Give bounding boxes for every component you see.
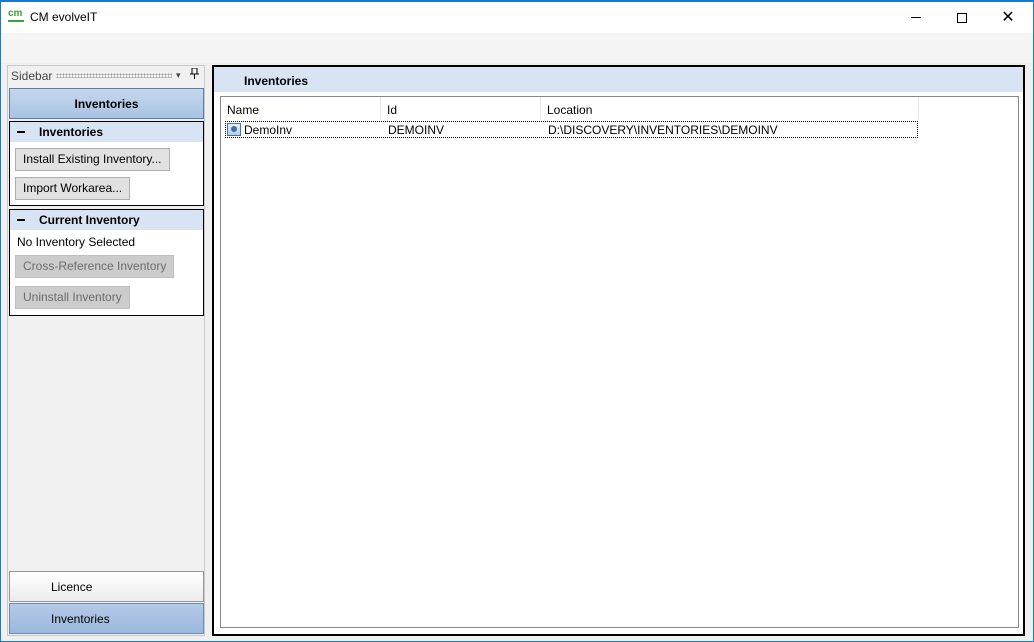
maximize-button[interactable]	[939, 2, 985, 33]
title-bar[interactable]: cm CM evolveIT ✕	[1, 2, 1033, 33]
table-row[interactable]: DemoInv DEMOINV D:\DISCOVERY\INVENTORIES…	[225, 121, 918, 138]
inventory-list[interactable]: Name Id Location DemoInv DEMOINV D:\DISC…	[220, 96, 1019, 628]
sidebar-header: Sidebar ▾	[8, 66, 204, 86]
install-existing-inventory-button[interactable]: Install Existing Inventory...	[15, 148, 170, 171]
row-id: DEMOINV	[388, 123, 445, 137]
inventories-panel-header[interactable]: Inventories	[10, 122, 203, 142]
main-panel: Inventories Name Id Location DemoInv DEM…	[212, 65, 1025, 636]
sidebar-grip[interactable]	[56, 73, 172, 78]
chevron-down-icon[interactable]: ▾	[176, 70, 181, 81]
current-inventory-panel-title: Current Inventory	[39, 213, 140, 227]
inventories-panel: Inventories Install Existing Inventory..…	[9, 121, 204, 206]
current-inventory-panel-header[interactable]: Current Inventory	[10, 210, 203, 230]
collapse-icon[interactable]	[17, 131, 25, 133]
minimize-icon	[911, 17, 921, 18]
close-button[interactable]: ✕	[985, 2, 1031, 33]
window-title: CM evolveIT	[30, 10, 98, 24]
uninstall-inventory-button[interactable]: Uninstall Inventory	[15, 286, 130, 309]
app-window: cm CM evolveIT ✕ Sidebar ▾ Inventories I…	[0, 0, 1034, 642]
sidebar-label: Sidebar	[11, 69, 53, 83]
inventory-icon	[227, 123, 241, 136]
app-logo-icon: cm	[8, 9, 26, 23]
app-logo-text: cm	[8, 8, 23, 19]
sidebar: Sidebar ▾ Inventories Inventories Instal…	[7, 65, 205, 636]
sidebar-item-licence[interactable]: Licence	[9, 571, 204, 602]
pin-icon[interactable]	[190, 67, 199, 82]
column-header-location[interactable]: Location	[541, 97, 919, 119]
minimize-button[interactable]	[893, 2, 939, 33]
sidebar-item-label: Licence	[51, 580, 93, 594]
sidebar-item-label: Inventories	[51, 612, 110, 626]
current-inventory-panel: Current Inventory No Inventory Selected …	[9, 209, 204, 316]
collapse-icon[interactable]	[17, 219, 25, 221]
main-panel-header: Inventories	[214, 67, 1023, 92]
column-header-id[interactable]: Id	[381, 97, 541, 119]
import-workarea-button[interactable]: Import Workarea...	[15, 177, 131, 200]
toolbar-area	[1, 33, 1033, 63]
row-location: D:\DISCOVERY\INVENTORIES\DEMOINV	[548, 123, 778, 137]
close-icon: ✕	[1001, 8, 1015, 26]
cross-reference-inventory-button[interactable]: Cross-Reference Inventory	[15, 255, 175, 278]
row-name: DemoInv	[244, 123, 293, 137]
current-inventory-status: No Inventory Selected	[17, 235, 136, 249]
maximize-icon	[957, 12, 967, 23]
sidebar-section-inventories[interactable]: Inventories	[9, 88, 204, 119]
column-header-name[interactable]: Name	[221, 97, 381, 119]
page-title: Inventories	[244, 74, 309, 88]
inventories-panel-title: Inventories	[39, 125, 104, 139]
sidebar-item-inventories[interactable]: Inventories	[9, 603, 204, 634]
